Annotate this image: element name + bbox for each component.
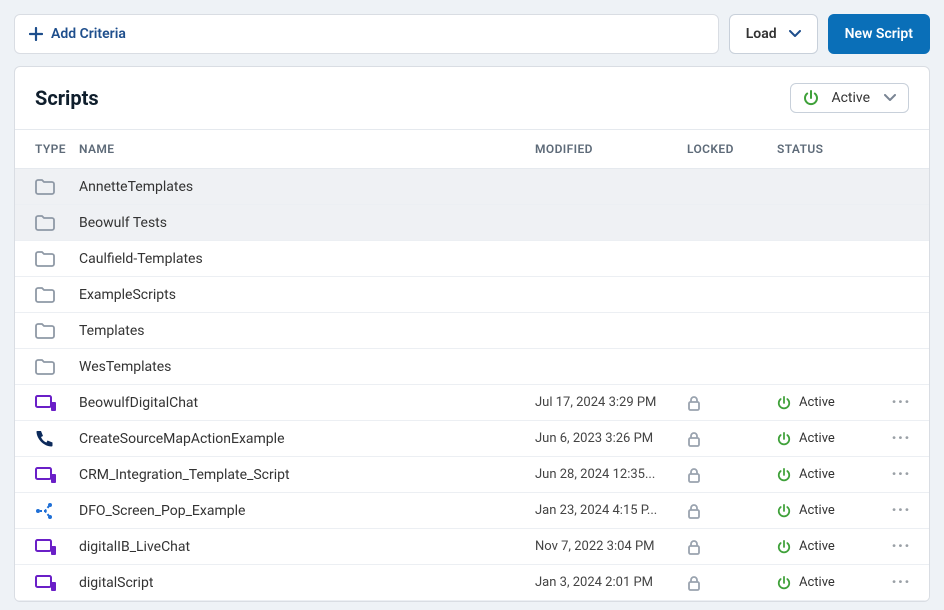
status-filter-dropdown[interactable]: Active	[790, 83, 909, 113]
folder-icon	[15, 251, 79, 267]
load-button[interactable]: Load	[729, 14, 818, 54]
new-script-button[interactable]: New Script	[828, 14, 930, 54]
power-icon	[777, 468, 791, 482]
row-name[interactable]: digitalIB_LiveChat	[79, 539, 535, 555]
power-icon	[777, 504, 791, 518]
folder-icon	[15, 359, 79, 375]
row-name[interactable]: DFO_Screen_Pop_Example	[79, 503, 535, 519]
add-criteria-label: Add Criteria	[51, 26, 126, 42]
row-modified: Jan 3, 2024 2:01 PM	[535, 575, 687, 590]
plus-icon	[29, 27, 43, 41]
col-header-name[interactable]: NAME	[79, 142, 535, 156]
table-row[interactable]: Beowulf Tests	[15, 205, 929, 241]
screen-mobile-icon	[15, 538, 79, 556]
table-row[interactable]: ExampleScripts	[15, 277, 929, 313]
load-label: Load	[746, 26, 777, 42]
status-label: Active	[799, 431, 835, 446]
table-row[interactable]: CRM_Integration_Template_ScriptJun 28, 2…	[15, 457, 929, 493]
table-body: AnnetteTemplates Beowulf Tests Caulfield-T…	[15, 169, 929, 601]
row-name[interactable]: Templates	[79, 323, 535, 339]
row-name[interactable]: BeowulfDigitalChat	[79, 395, 535, 411]
omni-icon	[15, 502, 79, 520]
row-name[interactable]: AnnetteTemplates	[79, 179, 535, 195]
status-label: Active	[799, 503, 835, 518]
status-label: Active	[799, 467, 835, 482]
lock-icon	[687, 467, 777, 483]
col-header-status[interactable]: STATUS	[777, 142, 873, 156]
folder-icon	[15, 215, 79, 231]
row-name[interactable]: Beowulf Tests	[79, 215, 535, 231]
panel-header: Scripts Active	[15, 67, 929, 129]
top-toolbar: Add Criteria Load New Script	[14, 14, 930, 54]
row-status: Active	[777, 467, 873, 482]
table-row[interactable]: AnnetteTemplates	[15, 169, 929, 205]
row-name[interactable]: CreateSourceMapActionExample	[79, 431, 535, 447]
row-name[interactable]: digitalScript	[79, 575, 535, 591]
power-icon	[777, 432, 791, 446]
status-label: Active	[799, 539, 835, 554]
status-label: Active	[799, 395, 835, 410]
folder-icon	[15, 179, 79, 195]
power-icon	[803, 90, 819, 106]
lock-icon	[687, 503, 777, 519]
lock-icon	[687, 395, 777, 411]
folder-icon	[15, 287, 79, 303]
lock-icon	[687, 539, 777, 555]
row-status: Active	[777, 575, 873, 590]
table-row[interactable]: WesTemplates	[15, 349, 929, 385]
row-status: Active	[777, 431, 873, 446]
table-row[interactable]: digitalIB_LiveChatNov 7, 2022 3:04 PM Act…	[15, 529, 929, 565]
screen-mobile-icon	[15, 574, 79, 592]
new-script-label: New Script	[845, 26, 913, 42]
lock-icon	[687, 575, 777, 591]
row-modified: Jun 28, 2024 12:35...	[535, 467, 687, 482]
row-name[interactable]: Caulfield-Templates	[79, 251, 535, 267]
phone-icon	[15, 430, 79, 448]
criteria-bar: Add Criteria	[14, 14, 719, 54]
screen-mobile-icon	[15, 466, 79, 484]
table-header: TYPE NAME MODIFIED LOCKED STATUS	[15, 129, 929, 169]
status-filter-label: Active	[831, 90, 870, 106]
row-status: Active	[777, 503, 873, 518]
row-name[interactable]: CRM_Integration_Template_Script	[79, 467, 535, 483]
col-header-locked[interactable]: LOCKED	[687, 142, 777, 156]
scripts-panel: Scripts Active TYPE NAME MODIFIED LOCKED…	[14, 66, 930, 602]
row-modified: Nov 7, 2022 3:04 PM	[535, 539, 687, 554]
table-row[interactable]: digitalScriptJan 3, 2024 2:01 PMActive··…	[15, 565, 929, 601]
table-row[interactable]: Caulfield-Templates	[15, 241, 929, 277]
row-name[interactable]: ExampleScripts	[79, 287, 535, 303]
status-label: Active	[799, 575, 835, 590]
row-name[interactable]: WesTemplates	[79, 359, 535, 375]
power-icon	[777, 576, 791, 590]
power-icon	[777, 396, 791, 410]
table-row[interactable]: BeowulfDigitalChatJul 17, 2024 3:29 PM Ac…	[15, 385, 929, 421]
row-modified: Jul 17, 2024 3:29 PM	[535, 395, 687, 410]
chevron-down-icon	[884, 94, 896, 102]
lock-icon	[687, 431, 777, 447]
table-row[interactable]: DFO_Screen_Pop_ExampleJan 23, 2024 4:15 …	[15, 493, 929, 529]
table-row[interactable]: CreateSourceMapActionExampleJun 6, 2023 …	[15, 421, 929, 457]
col-header-modified[interactable]: MODIFIED	[535, 142, 687, 156]
row-modified: Jan 23, 2024 4:15 P...	[535, 503, 687, 518]
row-status: Active	[777, 539, 873, 554]
chevron-down-icon	[789, 30, 801, 38]
power-icon	[777, 540, 791, 554]
add-criteria-button[interactable]: Add Criteria	[29, 26, 126, 42]
screen-mobile-icon	[15, 394, 79, 412]
row-modified: Jun 6, 2023 3:26 PM	[535, 431, 687, 446]
page-title: Scripts	[35, 86, 99, 110]
row-status: Active	[777, 395, 873, 410]
table-row[interactable]: Templates	[15, 313, 929, 349]
col-header-type[interactable]: TYPE	[15, 142, 79, 156]
folder-icon	[15, 323, 79, 339]
